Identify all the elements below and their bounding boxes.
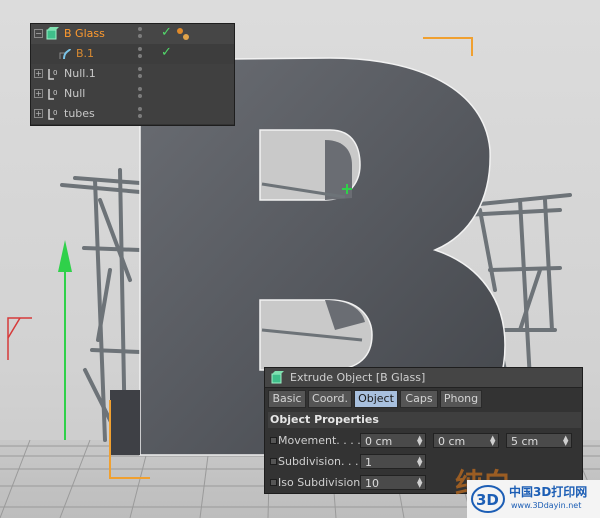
spinner-arrows-icon[interactable]: ▲ ▼ xyxy=(417,435,423,447)
logo-text: 3D xyxy=(476,491,499,509)
attribute-title-bar: Extrude Object [B Glass] xyxy=(265,368,582,388)
visibility-dots[interactable] xyxy=(138,67,146,81)
attribute-manager: Extrude Object [B Glass] Basic Coord. Ob… xyxy=(264,367,583,494)
expand-toggle[interactable]: + xyxy=(34,89,43,98)
property-movement: Movement. . . . 0 cm ▲ ▼ 0 cm ▲ ▼ 5 cm ▲ ▼ xyxy=(268,432,579,450)
tab-basic[interactable]: Basic xyxy=(268,390,306,408)
tab-phong[interactable]: Phong xyxy=(440,390,482,408)
field-value: 1 xyxy=(365,456,372,469)
attribute-title: Extrude Object [B Glass] xyxy=(290,371,426,384)
animation-key-icon[interactable] xyxy=(270,458,277,465)
section-header-object-properties: Object Properties xyxy=(268,412,581,428)
spinner-arrows-icon[interactable]: ▲ ▼ xyxy=(490,435,496,447)
movement-y-field[interactable]: 0 cm ▲ ▼ xyxy=(433,433,499,448)
tab-coord[interactable]: Coord. xyxy=(308,390,352,408)
object-manager: − B Glass ✓ B.1 ✓ + 0 Null.1 + 0 Null + … xyxy=(30,23,235,126)
svg-text:0: 0 xyxy=(53,89,57,97)
object-row-null1[interactable]: + 0 Null.1 xyxy=(31,64,234,85)
object-row-b-glass[interactable]: − B Glass ✓ xyxy=(31,24,234,45)
tab-object[interactable]: Object xyxy=(354,390,398,408)
expand-toggle[interactable]: + xyxy=(34,69,43,78)
visibility-dots[interactable] xyxy=(138,107,146,121)
extrude-object-icon xyxy=(271,371,284,384)
subdivision-field[interactable]: 1 ▲ ▼ xyxy=(360,454,426,469)
null-object-icon: 0 xyxy=(48,89,57,100)
property-label: Subdivision. . . xyxy=(278,455,359,468)
null-object-icon: 0 xyxy=(48,69,57,80)
animation-key-icon[interactable] xyxy=(270,437,277,444)
field-value: 5 cm xyxy=(511,435,539,448)
enabled-check-icon[interactable]: ✓ xyxy=(161,45,172,60)
axis-y-green xyxy=(58,240,72,440)
extrude-object-icon xyxy=(46,27,59,40)
object-row-null[interactable]: + 0 Null xyxy=(31,84,234,105)
visibility-dots[interactable] xyxy=(138,87,146,101)
object-name: Null xyxy=(64,87,86,100)
watermark-url: www.3Ddayin.net xyxy=(511,501,582,510)
spinner-arrows-icon[interactable]: ▲ ▼ xyxy=(417,477,423,489)
movement-z-field[interactable]: 5 cm ▲ ▼ xyxy=(506,433,572,448)
iso-subdivision-field[interactable]: 10 ▲ ▼ xyxy=(360,475,426,490)
svg-text:0: 0 xyxy=(53,109,57,117)
movement-x-field[interactable]: 0 cm ▲ ▼ xyxy=(360,433,426,448)
spinner-arrows-icon[interactable]: ▲ ▼ xyxy=(563,435,569,447)
field-value: 0 cm xyxy=(438,435,466,448)
field-value: 10 xyxy=(365,477,379,490)
visibility-dots[interactable] xyxy=(138,47,146,61)
object-row-b1[interactable]: B.1 ✓ xyxy=(31,44,234,65)
material-tag-icon[interactable] xyxy=(176,27,190,41)
object-row-tubes[interactable]: + 0 tubes xyxy=(31,104,234,125)
site-watermark: 3D 中国3D打印网 www.3Ddayin.net xyxy=(467,480,600,518)
watermark-title: 中国3D打印网 xyxy=(509,485,588,499)
spline-icon xyxy=(59,48,71,60)
expand-toggle[interactable]: + xyxy=(34,109,43,118)
object-name: B Glass xyxy=(64,27,105,40)
object-name: tubes xyxy=(64,107,95,120)
collapse-toggle[interactable]: − xyxy=(34,29,43,38)
axis-x-red xyxy=(7,317,32,360)
visibility-dots[interactable] xyxy=(138,27,146,41)
null-object-icon: 0 xyxy=(48,109,57,120)
property-label: Movement. . . . xyxy=(278,434,361,447)
enabled-check-icon[interactable]: ✓ xyxy=(161,25,172,40)
svg-text:0: 0 xyxy=(53,69,57,77)
animation-key-icon[interactable] xyxy=(270,479,277,486)
field-value: 0 cm xyxy=(365,435,393,448)
tab-caps[interactable]: Caps xyxy=(400,390,438,408)
property-subdivision: Subdivision. . . 1 ▲ ▼ xyxy=(268,453,579,471)
spinner-arrows-icon[interactable]: ▲ ▼ xyxy=(417,456,423,468)
site-logo-icon: 3D xyxy=(471,485,505,513)
object-name: Null.1 xyxy=(64,67,96,80)
property-label: Iso Subdivision xyxy=(278,476,361,489)
object-name: B.1 xyxy=(76,47,95,60)
